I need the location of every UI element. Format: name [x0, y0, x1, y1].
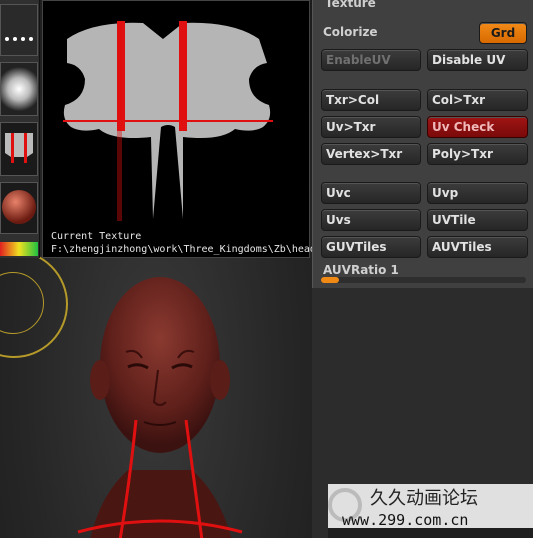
auvtiles-button[interactable]: AUVTiles [427, 236, 528, 258]
texture-caption: Current Texture F:\zhengjinzhong\work\Th… [51, 230, 316, 256]
texture-preview: Current Texture F:\zhengjinzhong\work\Th… [42, 0, 316, 258]
texture-palette: Texture Colorize Grd EnableUV Disable UV… [312, 0, 533, 288]
guvtiles-button[interactable]: GUVTiles [321, 236, 421, 258]
alpha-thumbnail[interactable] [0, 62, 38, 116]
texture-thumbnail[interactable] [0, 122, 38, 176]
vertex-to-txr-button[interactable]: Vertex>Txr [321, 143, 421, 165]
poly-to-txr-button[interactable]: Poly>Txr [427, 143, 528, 165]
col-to-txr-button[interactable]: Col>Txr [427, 89, 528, 111]
disable-uv-button[interactable]: Disable UV [427, 49, 528, 71]
current-texture-label: Current Texture [51, 231, 142, 242]
brush-dots-thumbnail[interactable] [0, 4, 38, 56]
palette-title[interactable]: Texture [325, 0, 376, 10]
material-thumbnail[interactable] [0, 182, 38, 234]
head-model[interactable] [70, 270, 250, 538]
uv-map-image [63, 21, 273, 221]
colorize-label: Colorize [323, 25, 378, 39]
color-picker-strip[interactable] [0, 242, 38, 256]
watermark-bar [328, 528, 533, 538]
grd-button[interactable]: Grd [479, 22, 527, 44]
auvratio-label: AUVRatio 1 [323, 263, 399, 277]
texture-path: F:\zhengjinzhong\work\Three_Kingdoms\Zb\… [51, 244, 316, 255]
uv-to-txr-button[interactable]: Uv>Txr [321, 116, 421, 138]
txr-to-col-button[interactable]: Txr>Col [321, 89, 421, 111]
uvp-button[interactable]: Uvp [427, 182, 528, 204]
tool-shelf [0, 0, 40, 258]
auvratio-slider-fill [321, 277, 340, 283]
watermark-url: www.299.com.cn [342, 511, 469, 529]
auvratio-slider[interactable] [321, 277, 526, 283]
uvtile-button[interactable]: UVTile [427, 209, 528, 231]
site-watermark: 久久动画论坛 www.299.com.cn [328, 484, 533, 538]
uvc-button[interactable]: Uvc [321, 182, 421, 204]
uvs-button[interactable]: Uvs [321, 209, 421, 231]
watermark-title: 久久动画论坛 [370, 488, 478, 509]
uv-check-button[interactable]: Uv Check [427, 116, 528, 138]
enable-uv-button[interactable]: EnableUV [321, 49, 421, 71]
